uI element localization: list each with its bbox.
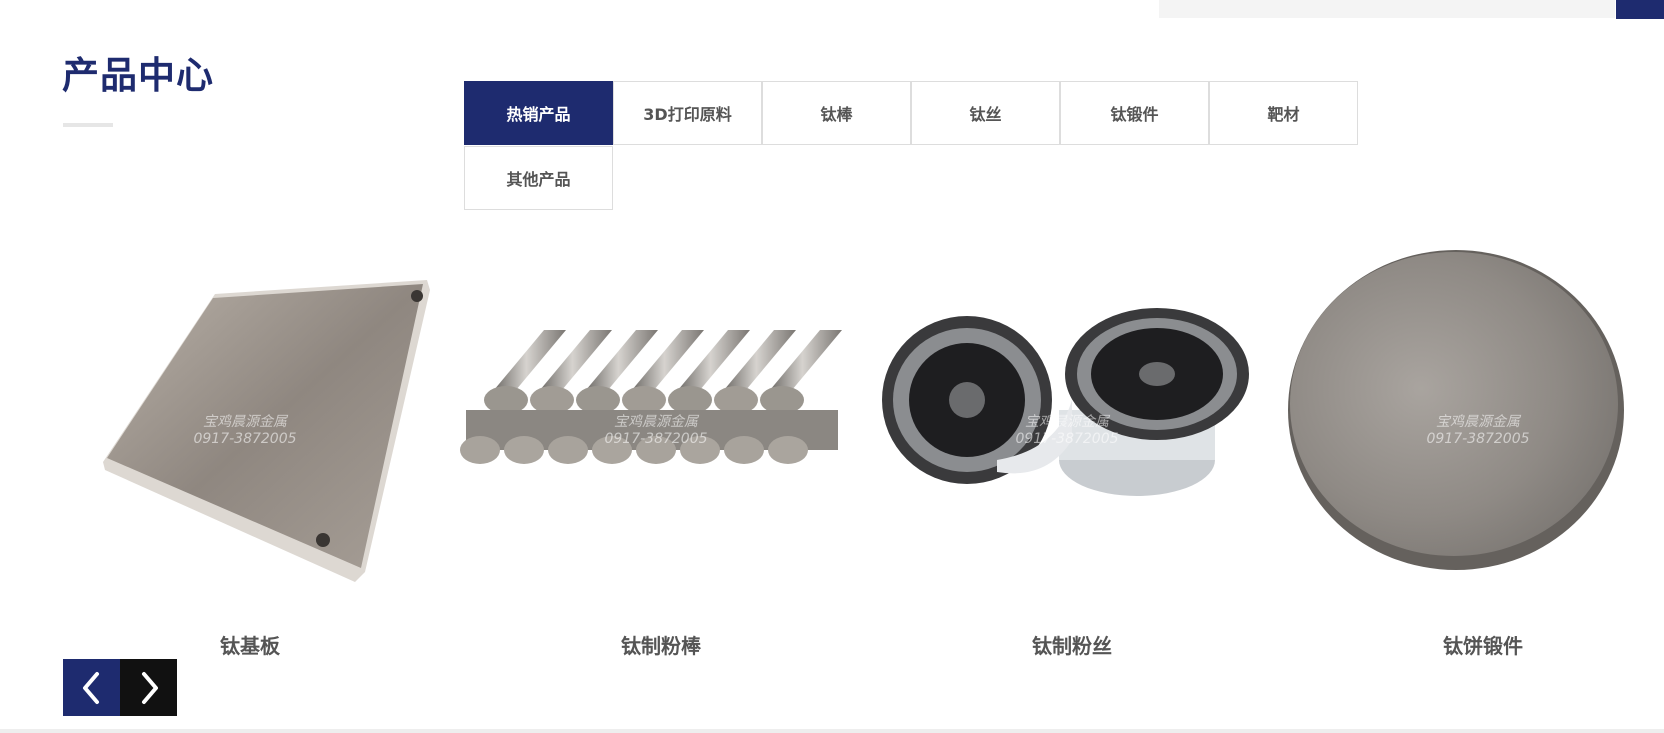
tab-titanium-rod[interactable]: 钛棒 [762,81,911,145]
svg-text:宝鸡晨源金属: 宝鸡晨源金属 [1025,414,1111,430]
product-card[interactable]: 宝鸡晨源金属 0917-3872005 钛制粉棒 [456,250,866,670]
tab-hot-products[interactable]: 热销产品 [464,81,613,145]
tab-titanium-wire[interactable]: 钛丝 [911,81,1060,145]
tab-sputtering-targets[interactable]: 靶材 [1209,81,1358,145]
section-title: 产品中心 [62,54,214,97]
tab-other-products[interactable]: 其他产品 [464,146,613,210]
svg-text:0917-3872005: 0917-3872005 [1426,431,1529,447]
svg-text:宝鸡晨源金属: 宝鸡晨源金属 [1436,414,1522,430]
svg-text:宝鸡晨源金属: 宝鸡晨源金属 [614,414,700,430]
carousel-prev-button[interactable] [63,659,120,716]
chevron-right-icon [141,671,158,704]
footer-divider [0,729,1664,733]
chevron-left-icon [82,671,99,704]
product-name[interactable]: 钛基板 [45,630,455,659]
svg-text:0917-3872005: 0917-3872005 [1015,431,1118,447]
product-card[interactable]: 宝鸡晨源金属 0917-3872005 钛基板 [45,250,455,670]
svg-text:0917-3872005: 0917-3872005 [604,431,707,447]
titanium-disc-forging-image[interactable]: 宝鸡晨源金属 0917-3872005 [1278,250,1664,600]
svg-text:宝鸡晨源金属: 宝鸡晨源金属 [203,414,289,430]
carousel-next-button[interactable] [120,659,177,716]
product-name[interactable]: 钛制粉丝 [867,630,1277,659]
titanium-powder-rod-image[interactable]: 宝鸡晨源金属 0917-3872005 [456,250,866,600]
tab-3d-printing-materials[interactable]: 3D打印原料 [613,81,762,145]
top-search-button[interactable] [1616,0,1664,19]
titanium-substrate-image[interactable]: 宝鸡晨源金属 0917-3872005 [45,250,455,600]
product-name[interactable]: 钛饼锻件 [1278,630,1664,659]
product-card[interactable]: 宝鸡晨源金属 0917-3872005 钛制粉丝 [867,250,1277,670]
top-search-input[interactable] [1159,0,1615,18]
tab-titanium-forgings[interactable]: 钛锻件 [1060,81,1209,145]
title-underline [63,123,113,127]
svg-text:0917-3872005: 0917-3872005 [193,431,296,447]
product-card[interactable]: 宝鸡晨源金属 0917-3872005 钛饼锻件 [1278,250,1664,670]
titanium-powder-wire-image[interactable]: 宝鸡晨源金属 0917-3872005 [867,250,1277,600]
product-name[interactable]: 钛制粉棒 [456,630,866,659]
